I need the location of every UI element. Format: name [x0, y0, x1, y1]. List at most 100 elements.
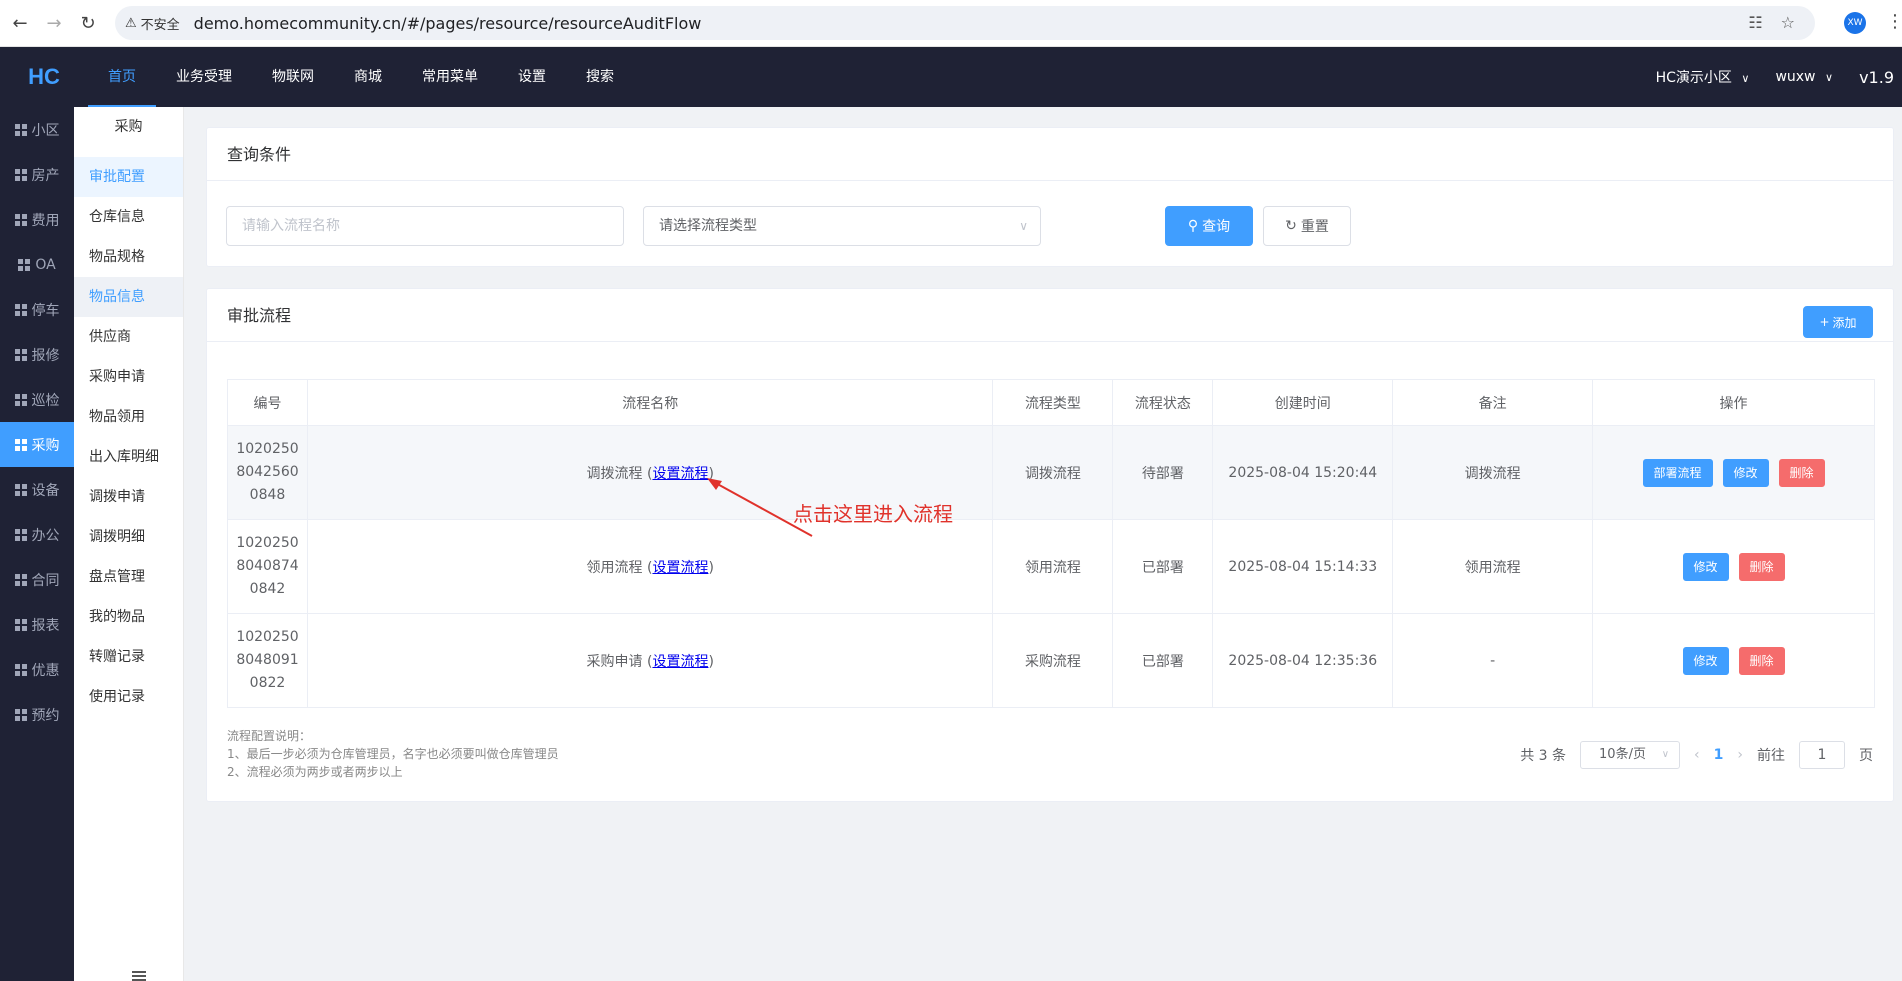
sub-menu-my-items[interactable]: 我的物品 [74, 597, 183, 637]
reset-button[interactable]: ↻ 重置 [1263, 206, 1351, 246]
top-nav-iot[interactable]: 物联网 [252, 47, 334, 107]
address-bar[interactable]: ⚠ 不安全 demo.homecommunity.cn/#/pages/reso… [115, 6, 1815, 40]
sub-menu-spec[interactable]: 物品规格 [74, 237, 183, 277]
edit-button[interactable]: 修改 [1682, 646, 1729, 675]
top-nav-common-menu[interactable]: 常用菜单 [402, 47, 498, 107]
col-flow-type: 流程类型 [992, 379, 1114, 426]
deploy-flow-button[interactable]: 部署流程 [1642, 458, 1713, 487]
edit-button[interactable]: 修改 [1722, 458, 1769, 487]
page-size-select[interactable]: 10条/页 [1580, 741, 1681, 769]
flow-type-select[interactable]: 请选择流程类型 ∨ [643, 206, 1041, 246]
delete-button[interactable]: 删除 [1778, 458, 1825, 487]
sub-menu-gift-record[interactable]: 转赠记录 [74, 637, 183, 677]
module-report[interactable]: 报表 [0, 602, 74, 647]
search-button[interactable]: ⚲ 查询 [1165, 206, 1253, 246]
sub-menu-inout-detail[interactable]: 出入库明细 [74, 437, 183, 477]
module-property[interactable]: 房产 [0, 152, 74, 197]
table-row: 1020250 8042560 0848 调拨流程 (设置流程) 调拨流程 待部署 … [227, 425, 1875, 520]
goto-page-input[interactable]: 1 [1799, 741, 1845, 769]
warning-icon: ⚠ [125, 15, 137, 31]
next-page-icon[interactable]: › [1737, 747, 1743, 763]
bookmark-star-icon[interactable]: ☆ [1781, 13, 1795, 32]
top-nav-settings[interactable]: 设置 [498, 47, 566, 107]
table-row: 1020250 8048091 0822 采购申请 (设置流程) 采购流程 已部署 … [227, 613, 1875, 708]
set-flow-link[interactable]: 设置流程 [652, 560, 708, 576]
module-contract[interactable]: 合同 [0, 557, 74, 602]
top-nav-business[interactable]: 业务受理 [156, 47, 252, 107]
flow-type-select-value: 请选择流程类型 [659, 218, 757, 234]
collapse-menu-icon[interactable] [132, 971, 146, 981]
col-actions: 操作 [1592, 379, 1875, 426]
grid-icon [14, 618, 27, 631]
browser-menu-icon[interactable]: ⋮ [1886, 11, 1902, 32]
top-nav-search[interactable]: 搜索 [566, 47, 634, 107]
sub-menu-use-record[interactable]: 使用记录 [74, 677, 183, 717]
flow-remark: 领用流程 [1392, 519, 1594, 614]
prev-page-icon[interactable]: ‹ [1694, 747, 1700, 763]
app-logo[interactable]: HC [0, 64, 88, 90]
module-oa[interactable]: OA [0, 242, 74, 287]
flow-status: 待部署 [1112, 425, 1214, 520]
module-repair[interactable]: 报修 [0, 332, 74, 377]
grid-icon [14, 663, 27, 676]
flow-name-input[interactable]: 请输入流程名称 [226, 206, 624, 246]
sub-menu-supplier[interactable]: 供应商 [74, 317, 183, 357]
set-flow-link[interactable]: 设置流程 [652, 654, 708, 670]
sub-menu-purchase-apply[interactable]: 采购申请 [74, 357, 183, 397]
refresh-icon: ↻ [1285, 218, 1297, 234]
sub-menu-warehouse[interactable]: 仓库信息 [74, 197, 183, 237]
audit-flow-table: 编号 流程名称 流程类型 流程状态 创建时间 备注 操作 1020250 8042… [227, 379, 1875, 708]
grid-icon [14, 303, 27, 316]
module-reservation[interactable]: 预约 [0, 692, 74, 737]
grid-icon [14, 483, 27, 496]
module-discount[interactable]: 优惠 [0, 647, 74, 692]
back-icon[interactable]: ← [6, 9, 34, 37]
sub-menu-transfer-apply[interactable]: 调拨申请 [74, 477, 183, 517]
col-flow-name: 流程名称 [306, 379, 994, 426]
grid-icon [14, 528, 27, 541]
module-community[interactable]: 小区 [0, 107, 74, 152]
flow-type: 调拨流程 [992, 425, 1114, 520]
module-equipment[interactable]: 设备 [0, 467, 74, 512]
profile-avatar[interactable]: XW [1844, 12, 1866, 34]
table-header-row: 编号 流程名称 流程类型 流程状态 创建时间 备注 操作 [227, 379, 1875, 426]
flow-actions: 部署流程 修改 删除 [1592, 425, 1875, 520]
edit-button[interactable]: 修改 [1682, 552, 1729, 581]
chevron-down-icon: ∨ [1019, 219, 1028, 233]
sub-menu-item-use[interactable]: 物品领用 [74, 397, 183, 437]
grid-icon [14, 213, 27, 226]
pager-total: 共 3 条 [1520, 748, 1567, 764]
reload-icon[interactable]: ↻ [74, 9, 102, 37]
page-suffix: 页 [1859, 748, 1873, 764]
community-selector[interactable]: HC演示小区 [1656, 67, 1750, 87]
col-remark: 备注 [1392, 379, 1594, 426]
search-icon: ⚲ [1187, 218, 1199, 234]
sub-menu-inventory[interactable]: 盘点管理 [74, 557, 183, 597]
module-office[interactable]: 办公 [0, 512, 74, 557]
flow-id: 1020250 8048091 0822 [227, 613, 308, 708]
flow-name: 领用流程 (设置流程) [306, 519, 994, 614]
url-text[interactable]: demo.homecommunity.cn/#/pages/resource/r… [194, 14, 702, 33]
sub-menu-audit-config[interactable]: 审批配置 [74, 157, 183, 197]
translate-icon[interactable]: ☷ [1748, 13, 1762, 32]
sub-menu-transfer-detail[interactable]: 调拨明细 [74, 517, 183, 557]
insecure-label: 不安全 [140, 17, 180, 33]
add-button[interactable]: + 添加 [1803, 306, 1873, 338]
delete-button[interactable]: 删除 [1738, 552, 1785, 581]
module-purchase[interactable]: 采购 [0, 422, 74, 467]
sub-menu-item-info[interactable]: 物品信息 [74, 277, 183, 317]
grid-icon [14, 708, 27, 721]
user-menu[interactable]: wuxw [1775, 69, 1833, 85]
top-nav-home[interactable]: 首页 [88, 47, 156, 107]
top-nav-mall[interactable]: 商城 [334, 47, 402, 107]
left-module-nav: 小区 房产 费用 OA 停车 报修 巡检 采购 设备 办公 合同 报表 优惠 预… [0, 107, 74, 981]
module-fee[interactable]: 费用 [0, 197, 74, 242]
delete-button[interactable]: 删除 [1738, 646, 1785, 675]
flow-id: 1020250 8042560 0848 [227, 425, 308, 520]
module-parking[interactable]: 停车 [0, 287, 74, 332]
security-indicator[interactable]: ⚠ 不安全 [125, 14, 194, 33]
forward-icon[interactable]: → [40, 9, 68, 37]
module-inspection[interactable]: 巡检 [0, 377, 74, 422]
page-number[interactable]: 1 [1714, 747, 1724, 763]
flow-status: 已部署 [1112, 519, 1214, 614]
